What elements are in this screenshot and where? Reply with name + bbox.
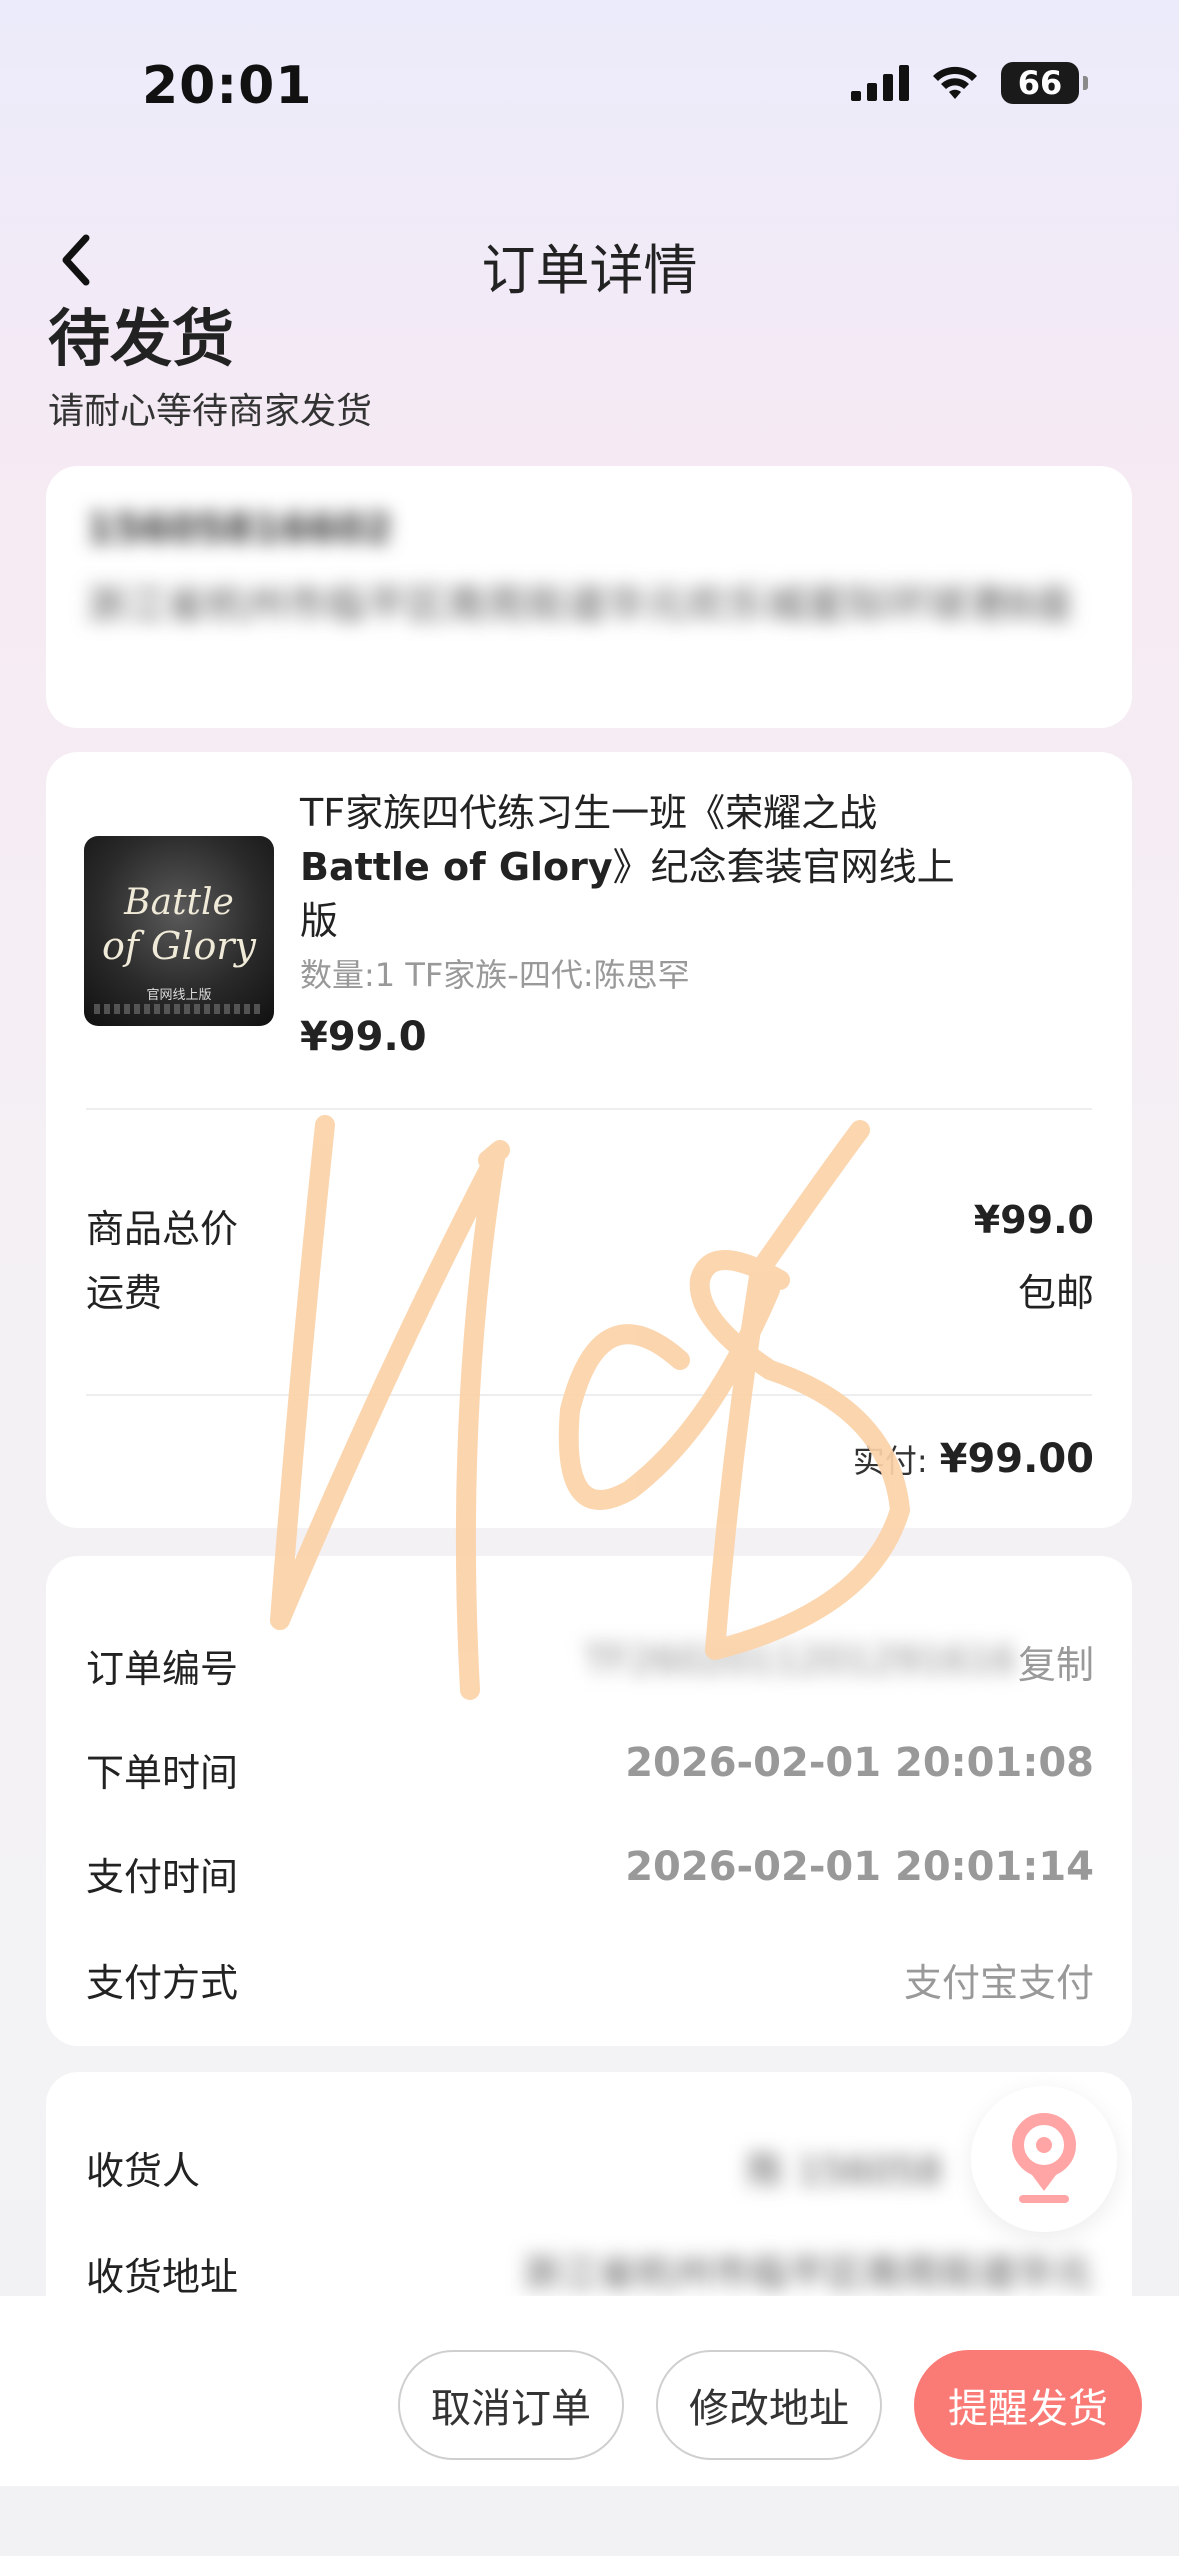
pay-time-label: 支付时间 [86, 1855, 239, 1899]
order-time-label: 下单时间 [86, 1751, 239, 1795]
address-card[interactable]: 15605816602 浙江省杭州市临平区南苑街道华元欢乐城星际环球港B座 [46, 466, 1132, 728]
shipping-value: 包邮 [1017, 1271, 1094, 1315]
product-image-decoration [94, 1004, 264, 1014]
paid-value: ¥99.00 [939, 1436, 1094, 1482]
battery-icon: 66 [1001, 62, 1088, 104]
home-indicator-area [0, 2486, 1179, 2556]
product-title-line1: TF家族四代练习生一班《荣耀之战 [300, 791, 878, 835]
order-info-card: 订单编号 TF2602011201291616 复制 下单时间 2026-02-… [46, 1556, 1132, 2046]
address-text: 浙江省杭州市临平区南苑街道华元欢乐城星际环球港B座 [86, 582, 1074, 628]
copy-button[interactable]: 复制 [1018, 1634, 1094, 1689]
pay-time-value: 2026-02-01 20:01:14 [625, 1844, 1094, 1890]
subtotal-value: ¥99.0 [973, 1198, 1094, 1242]
shipping-label: 运费 [86, 1271, 163, 1315]
battery-level: 66 [1017, 64, 1063, 102]
product-image-title-1: Battle [124, 882, 234, 923]
pay-method-label: 支付方式 [86, 1961, 239, 2005]
order-status-heading: 待发货 [48, 302, 235, 375]
product-spec: 数量:1 TF家族-四代:陈思罕 [300, 956, 690, 994]
product-image-caption: 官网线上版 [146, 988, 212, 1003]
customer-service-button[interactable] [971, 2086, 1117, 2232]
signal-icon [851, 65, 909, 101]
status-time: 20:01 [142, 56, 313, 116]
order-time-value: 2026-02-01 20:01:08 [625, 1740, 1094, 1786]
paid-total: 实付: ¥99.00 [853, 1436, 1094, 1482]
product-title-line3: 版 [300, 899, 339, 943]
subtotal-label: 商品总价 [86, 1207, 239, 1251]
product-price: ¥99.0 [300, 1014, 427, 1060]
divider [86, 1394, 1092, 1396]
product-card: Battle of Glory 官网线上版 TF家族四代练习生一班《荣耀之战 B… [46, 752, 1132, 1528]
receiver-name-value: 陈 156058 [746, 2149, 942, 2193]
product-title-bold: Battle of Glory [300, 845, 613, 889]
receiver-address-value: 浙江省杭州市临平区南苑街道华元 [521, 2251, 1092, 2295]
wifi-icon [933, 66, 977, 99]
customer-service-icon [1012, 2113, 1076, 2203]
pay-method-value: 支付宝支付 [903, 1961, 1094, 2005]
remind-shipping-button[interactable]: 提醒发货 [914, 2350, 1142, 2460]
divider [86, 1108, 1092, 1110]
paid-label: 实付: [852, 1442, 928, 1480]
cancel-order-button[interactable]: 取消订单 [398, 2350, 624, 2460]
receiver-address-label: 收货地址 [86, 2255, 239, 2299]
order-no-value: TF2602011201291616 [584, 1638, 1016, 1682]
order-no-label: 订单编号 [86, 1647, 239, 1691]
product-image-title-2: of Glory [101, 924, 257, 968]
product-title[interactable]: TF家族四代练习生一班《荣耀之战 Battle of Glory》纪念套装官网线… [300, 786, 1080, 948]
address-phone: 15605816602 [86, 506, 393, 552]
order-status-subtitle: 请耐心等待商家发货 [48, 391, 373, 432]
status-icons: 66 [851, 62, 1088, 104]
modify-address-button[interactable]: 修改地址 [656, 2350, 882, 2460]
product-title-line2: 》纪念套装官网线上 [612, 845, 955, 889]
product-image[interactable]: Battle of Glory 官网线上版 [84, 836, 274, 1026]
receiver-name-label: 收货人 [86, 2149, 201, 2193]
